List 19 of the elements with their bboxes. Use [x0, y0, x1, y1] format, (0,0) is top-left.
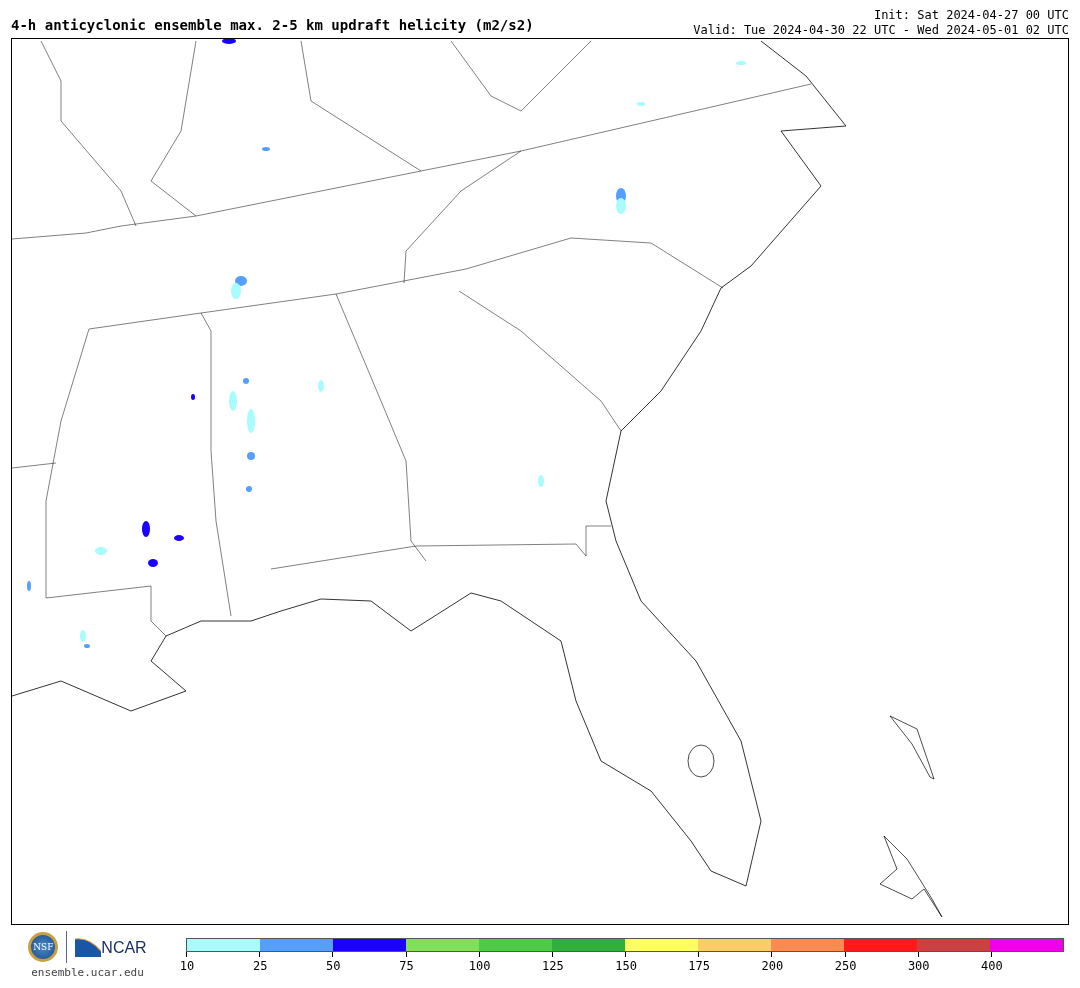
tick-label: 400: [981, 959, 1003, 973]
tick-label: 200: [761, 959, 784, 973]
tick-label: 175: [688, 959, 711, 973]
tick-label: 25: [252, 959, 268, 973]
tick-label: 125: [542, 959, 564, 973]
tick-label: 150: [615, 959, 637, 973]
tick-label: 300: [907, 959, 930, 973]
swoosh-logo-icon: [75, 937, 102, 957]
ncar-wordmark: NCAR: [101, 939, 147, 957]
globe-logo: NSF: [28, 932, 59, 962]
tick-label: 100: [468, 959, 491, 973]
tick-label: 50: [326, 959, 341, 973]
map-title: 4-h anticyclonic ensemble max. 2-5 km updraft helicity (m2/s2): [11, 17, 534, 35]
tick-label: 250: [834, 959, 857, 973]
tick-label: 10: [179, 959, 195, 973]
tick-label: 75: [399, 959, 414, 973]
init-time: Init: Sat 2024-04-27 00 UTC: [873, 8, 1069, 23]
valid-time: Valid: Tue 2024-04-30 22 UTC - Wed 2024-05-01 02 UTC: [693, 23, 1069, 38]
website-url[interactable]: ensemble.ucar.edu: [31, 966, 144, 979]
